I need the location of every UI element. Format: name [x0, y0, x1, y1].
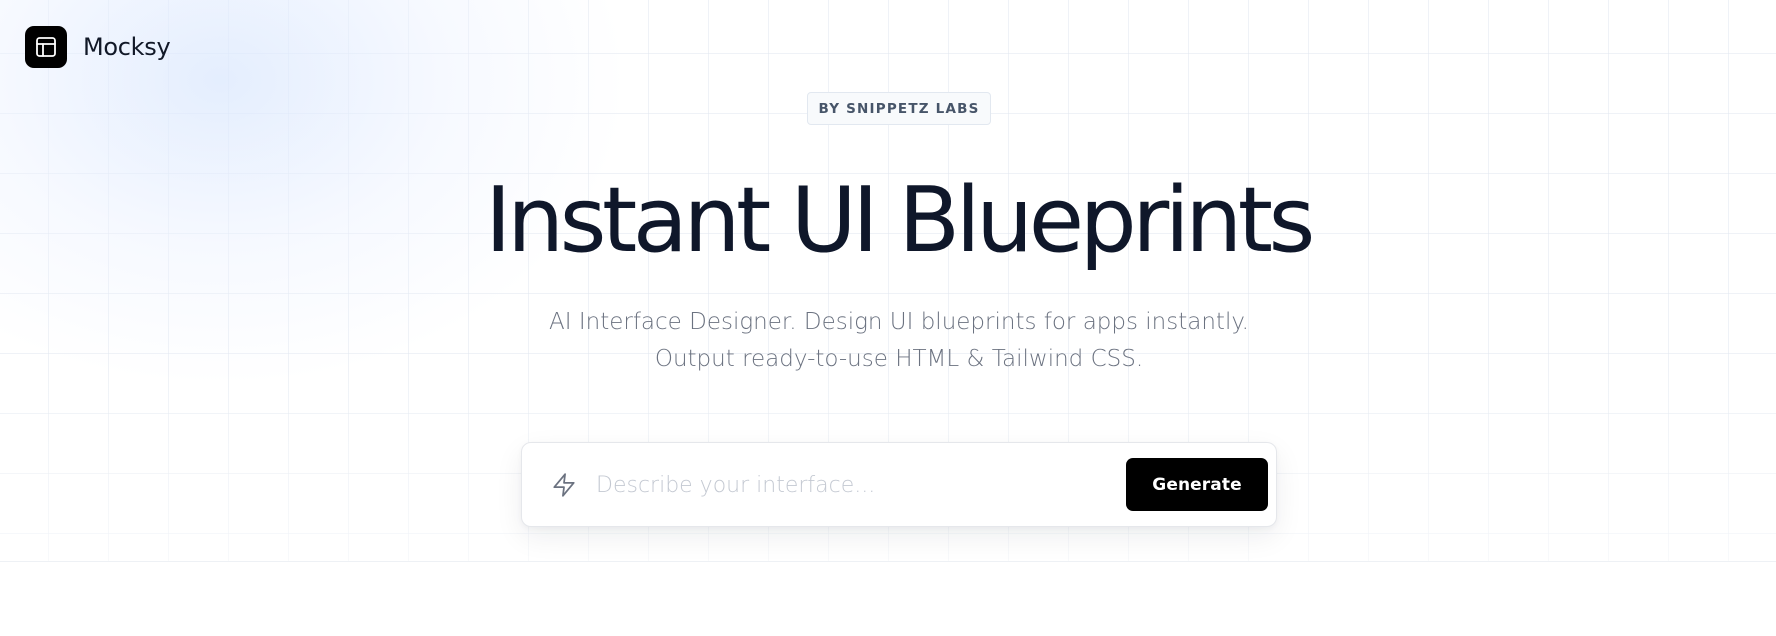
brand-link[interactable]: Mocksy	[25, 26, 171, 68]
layout-template-icon	[25, 26, 67, 68]
prompt-input[interactable]	[596, 463, 1116, 507]
hero-title: Instant UI Blueprints	[485, 168, 1315, 273]
prompt-box: Generate	[521, 442, 1277, 527]
hero-divider	[0, 561, 1776, 562]
landing-page: Mocksy BY SNIPPETZ LABS Instant UI Bluep…	[0, 0, 1776, 636]
lightning-bolt-icon	[551, 472, 577, 498]
generate-button[interactable]: Generate	[1126, 458, 1268, 511]
hero-subtitle: AI Interface Designer. Design UI bluepri…	[549, 309, 1249, 372]
hero-badge: BY SNIPPETZ LABS	[807, 92, 991, 125]
brand-name: Mocksy	[83, 33, 171, 61]
